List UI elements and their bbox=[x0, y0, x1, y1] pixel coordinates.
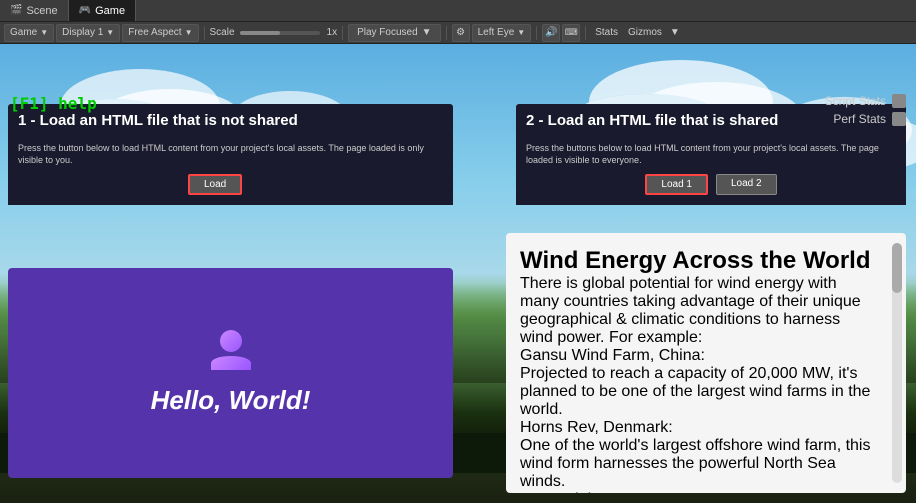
game-dropdown[interactable]: Game ▼ bbox=[4, 24, 54, 42]
panel-2-load2-button[interactable]: Load 2 bbox=[716, 174, 777, 195]
gizmos-arrow: ▼ bbox=[670, 27, 680, 38]
scrollbar[interactable] bbox=[892, 243, 902, 483]
script-stats-label: Script Stats bbox=[825, 94, 886, 108]
stats-button[interactable]: Stats bbox=[591, 27, 622, 38]
game-viewport: [F1] help Script Stats Perf Stats 1 - Lo… bbox=[0, 44, 916, 503]
divider-4 bbox=[536, 26, 537, 40]
wind-energy-title: Wind Energy Across the World bbox=[520, 247, 876, 275]
panel-wind-energy-content: Wind Energy Across the World There is gl… bbox=[506, 233, 890, 493]
script-stats-toggle[interactable] bbox=[892, 94, 906, 108]
scale-slider[interactable] bbox=[240, 31, 320, 35]
game-dropdown-arrow: ▼ bbox=[40, 28, 48, 37]
panel-1-load-button[interactable]: Load bbox=[188, 174, 242, 195]
stats-panel: Script Stats Perf Stats bbox=[825, 94, 906, 126]
divider-3 bbox=[446, 26, 447, 40]
left-eye-dropdown[interactable]: Left Eye ▼ bbox=[472, 24, 532, 42]
top-tab-bar: 🎬 Scene 🎮 Game bbox=[0, 0, 916, 22]
tab-scene[interactable]: 🎬 Scene bbox=[0, 0, 69, 21]
display-dropdown[interactable]: Display 1 ▼ bbox=[56, 24, 120, 42]
scene-tab-label: Scene bbox=[26, 5, 57, 17]
gansu-title: Gansu Wind Farm, China: bbox=[520, 347, 876, 365]
panel-2-body: Press the buttons below to load HTML con… bbox=[516, 137, 906, 205]
panel-2-load1-button[interactable]: Load 1 bbox=[645, 174, 708, 195]
game-tab-label: Game bbox=[95, 5, 125, 17]
panel-1-body: Press the button below to load HTML cont… bbox=[8, 137, 453, 205]
play-focused-arrow: ▼ bbox=[422, 27, 432, 38]
avatar-body bbox=[211, 356, 251, 370]
panel-load-not-shared: 1 - Load an HTML file that is not shared… bbox=[8, 104, 453, 205]
toolbar: Game ▼ Display 1 ▼ Free Aspect ▼ Scale 1… bbox=[0, 22, 916, 44]
display-dropdown-arrow: ▼ bbox=[106, 28, 114, 37]
divider-2 bbox=[342, 26, 343, 40]
divider-5 bbox=[585, 26, 586, 40]
gear-icon-btn[interactable]: ⚙ bbox=[452, 24, 470, 42]
perf-stats-row: Perf Stats bbox=[833, 112, 906, 126]
hello-world-text: Hello, World! bbox=[151, 385, 311, 416]
scrollbar-thumb[interactable] bbox=[892, 243, 902, 293]
aspect-dropdown-arrow: ▼ bbox=[185, 28, 193, 37]
scale-slider-fill bbox=[240, 31, 280, 35]
panel-wind-energy: Wind Energy Across the World There is gl… bbox=[506, 233, 906, 493]
panel-2-desc: Press the buttons below to load HTML con… bbox=[526, 143, 896, 166]
panel-1-desc: Press the button below to load HTML cont… bbox=[18, 143, 443, 166]
gansu-content: Projected to reach a capacity of 20,000 … bbox=[520, 365, 876, 419]
avatar-icon bbox=[206, 330, 256, 370]
game-icon: 🎮 bbox=[79, 5, 91, 16]
perf-stats-toggle[interactable] bbox=[892, 112, 906, 126]
keyboard-icon-btn[interactable]: ⌨ bbox=[562, 24, 580, 42]
plains-title: Great Plains, USA: bbox=[520, 491, 876, 493]
avatar-head bbox=[220, 330, 242, 352]
left-eye-arrow: ▼ bbox=[517, 28, 525, 37]
wind-energy-intro: There is global potential for wind energ… bbox=[520, 275, 876, 347]
f1-help-text: [F1] help bbox=[10, 94, 97, 113]
volume-icon-btn[interactable]: 🔊 bbox=[542, 24, 560, 42]
script-stats-row: Script Stats bbox=[825, 94, 906, 108]
horns-content: One of the world's largest offshore wind… bbox=[520, 437, 876, 491]
horns-title: Horns Rev, Denmark: bbox=[520, 419, 876, 437]
scale-control: Scale 1x bbox=[210, 27, 338, 38]
panel-hello-world: Hello, World! bbox=[8, 268, 453, 478]
scene-icon: 🎬 bbox=[10, 5, 22, 16]
play-focused-button[interactable]: Play Focused ▼ bbox=[348, 24, 441, 42]
divider-1 bbox=[204, 26, 205, 40]
perf-stats-label: Perf Stats bbox=[833, 112, 886, 126]
gizmos-button[interactable]: Gizmos bbox=[624, 27, 666, 38]
tab-game[interactable]: 🎮 Game bbox=[69, 0, 136, 21]
panel-2-buttons: Load 1 Load 2 bbox=[526, 174, 896, 195]
aspect-dropdown[interactable]: Free Aspect ▼ bbox=[122, 24, 198, 42]
